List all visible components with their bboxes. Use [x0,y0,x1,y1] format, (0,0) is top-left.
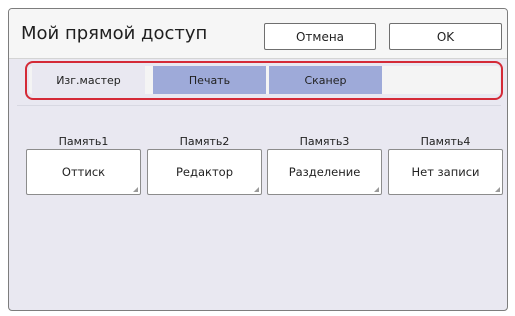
memory-3-button[interactable]: Разделение [267,149,382,195]
memory-3-label: Память3 [299,135,350,148]
ok-button[interactable]: OK [389,23,502,50]
tab-highlight-frame [25,61,503,100]
cancel-button[interactable]: Отмена [264,23,376,50]
dialog-header: Мой прямой доступ Отмена OK [9,9,507,59]
memory-1-label: Память1 [58,135,109,148]
memory-4-button[interactable]: Нет записи [388,149,503,195]
my-direct-access-dialog: Мой прямой доступ Отмена OK Изг.мастер П… [8,8,508,311]
memory-4-label: Память4 [420,135,471,148]
memory-2-button[interactable]: Редактор [147,149,262,195]
memory-1-button[interactable]: Оттиск [26,149,141,195]
dialog-title: Мой прямой доступ [21,23,208,44]
memory-2-label: Память2 [179,135,230,148]
tab-divider [17,105,501,106]
